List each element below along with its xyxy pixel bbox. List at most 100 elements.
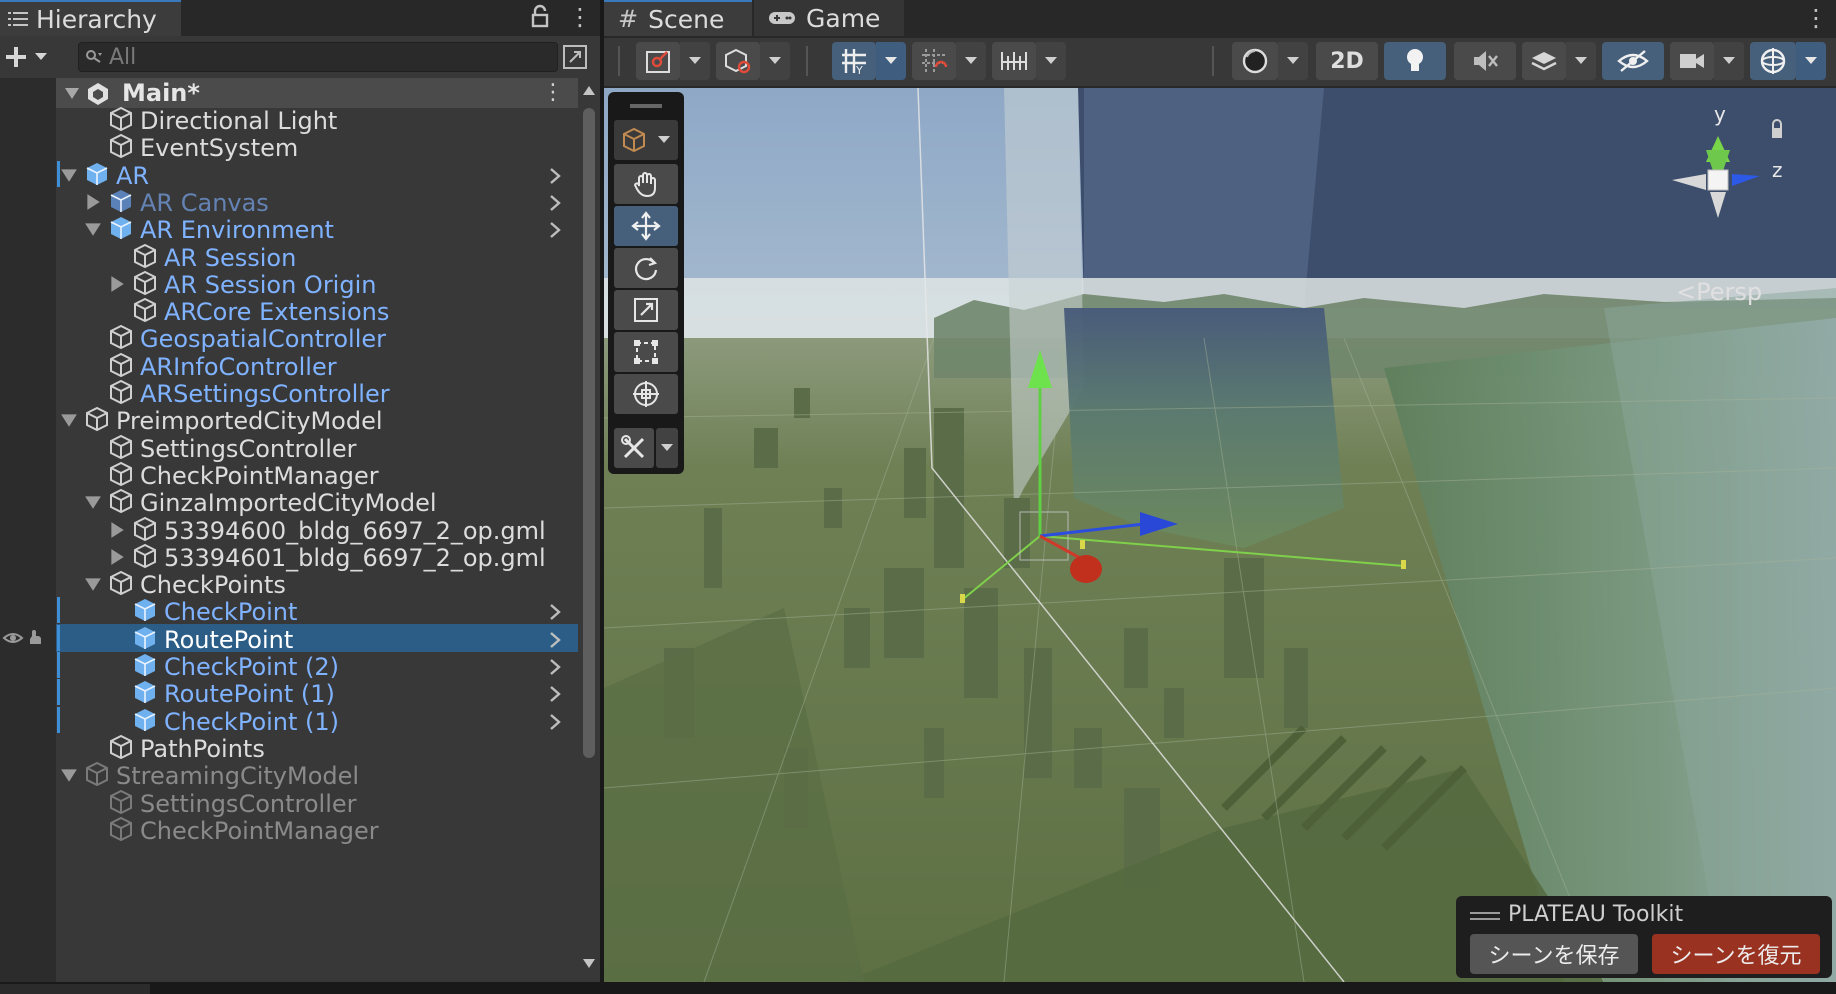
tab-scene[interactable]: # Scene — [604, 0, 752, 36]
global-dropdown[interactable] — [760, 42, 790, 80]
hierarchy-row[interactable]: EventSystem — [56, 132, 578, 162]
bottom-panel-tab[interactable] — [0, 984, 150, 994]
hierarchy-row[interactable]: ARInfoController — [56, 351, 578, 381]
chevron-right-icon[interactable] — [546, 630, 564, 650]
move-tool-button[interactable] — [614, 206, 678, 246]
hierarchy-row[interactable]: AR Session — [56, 242, 578, 272]
fold-open-icon[interactable] — [60, 766, 78, 784]
fold-open-icon[interactable] — [84, 493, 102, 511]
hierarchy-row[interactable]: AR Canvas — [56, 187, 578, 217]
hierarchy-row[interactable]: PreimportedCityModel — [56, 405, 578, 435]
scrollbar-thumb[interactable] — [583, 108, 595, 758]
hierarchy-row[interactable]: StreamingCityModel — [56, 760, 578, 790]
fold-open-icon[interactable] — [60, 411, 78, 429]
hierarchy-row[interactable]: AR Environment — [56, 214, 578, 244]
scene-search-icon[interactable] — [562, 44, 588, 70]
save-scene-button[interactable]: シーンを保存 — [1470, 934, 1638, 974]
effects-dropdown[interactable] — [1566, 42, 1596, 80]
hierarchy-row[interactable]: SettingsController — [56, 433, 578, 463]
tool-settings-button[interactable] — [636, 42, 680, 80]
projection-toggle[interactable]: <Persp — [1676, 278, 1762, 306]
chevron-right-icon[interactable] — [546, 684, 564, 704]
hierarchy-row[interactable]: GinzaImportedCityModel — [56, 487, 578, 517]
ruler-button[interactable] — [992, 42, 1036, 80]
fold-closed-icon[interactable] — [84, 193, 102, 211]
fold-open-icon[interactable] — [84, 575, 102, 593]
hierarchy-row[interactable]: AR Session Origin — [56, 269, 578, 299]
increment-dropdown[interactable] — [956, 42, 986, 80]
rect-tool-button[interactable] — [614, 332, 678, 372]
mode-2d-button[interactable]: 2D — [1316, 42, 1378, 80]
hierarchy-row[interactable]: GeospatialController — [56, 323, 578, 353]
gizmos-dropdown[interactable] — [1796, 42, 1826, 80]
hierarchy-row[interactable]: RoutePoint — [56, 623, 578, 654]
hand-tool-button[interactable] — [614, 164, 678, 204]
toolbar-handle[interactable] — [618, 46, 620, 76]
fold-open-icon[interactable] — [64, 86, 80, 100]
scene-viewport[interactable]: y z <Persp PLATEAU Toolkit シーンを保存 シーンを復元 — [604, 88, 1836, 982]
chevron-right-icon[interactable] — [546, 657, 564, 677]
grid-snap-button[interactable]: Y — [832, 42, 876, 80]
shading-mode-button[interactable] — [1232, 42, 1278, 80]
audio-toggle[interactable] — [1454, 42, 1516, 80]
hierarchy-row[interactable]: CheckPoint (1) — [56, 706, 578, 736]
axis-gizmo-icon[interactable] — [1654, 98, 1834, 278]
drag-handle-icon[interactable] — [1470, 910, 1500, 922]
hierarchy-row[interactable]: CheckPointManager — [56, 815, 578, 845]
scene-header-row[interactable]: Main* ⋮ — [56, 78, 578, 108]
scroll-up-icon[interactable] — [582, 84, 596, 96]
tab-game[interactable]: Game — [754, 0, 904, 36]
hierarchy-scrollbar[interactable] — [578, 78, 600, 982]
create-button[interactable] — [4, 42, 58, 72]
increment-snap-button[interactable] — [912, 42, 956, 80]
restore-scene-button[interactable]: シーンを復元 — [1652, 934, 1820, 974]
ruler-dropdown[interactable] — [1036, 42, 1066, 80]
chevron-right-icon[interactable] — [546, 220, 564, 240]
hierarchy-row[interactable]: Directional Light — [56, 105, 578, 135]
shading-dropdown[interactable] — [1278, 42, 1308, 80]
hierarchy-row[interactable]: CheckPoint (2) — [56, 651, 578, 681]
hierarchy-row[interactable]: RoutePoint (1) — [56, 678, 578, 708]
scene-menu-icon[interactable]: ⋮ — [542, 80, 564, 105]
visibility-eye-icon[interactable] — [2, 628, 52, 648]
fold-open-icon[interactable] — [84, 220, 102, 238]
hierarchy-row[interactable]: CheckPointManager — [56, 460, 578, 490]
hierarchy-row[interactable]: SettingsController — [56, 788, 578, 818]
scale-tool-button[interactable] — [614, 290, 678, 330]
fold-closed-icon[interactable] — [108, 521, 126, 539]
hierarchy-row[interactable]: 53394601_bldg_6697_2_op.gml — [56, 542, 578, 572]
hierarchy-row[interactable]: AR — [56, 160, 578, 190]
hierarchy-row[interactable]: ARCore Extensions — [56, 296, 578, 326]
hierarchy-row[interactable]: CheckPoint — [56, 596, 578, 626]
hierarchy-row[interactable]: CheckPoints — [56, 569, 578, 599]
search-input[interactable]: All — [78, 42, 558, 72]
camera-dropdown[interactable] — [1714, 42, 1744, 80]
chevron-right-icon[interactable] — [546, 193, 564, 213]
hierarchy-row[interactable]: ARSettingsController — [56, 378, 578, 408]
move-gizmo[interactable] — [604, 88, 1836, 982]
custom-tools-dropdown[interactable] — [656, 428, 678, 468]
scroll-down-icon[interactable] — [582, 958, 596, 970]
chevron-right-icon[interactable] — [546, 166, 564, 186]
fold-closed-icon[interactable] — [108, 275, 126, 293]
hierarchy-tab[interactable]: Hierarchy — [0, 0, 181, 36]
chevron-right-icon[interactable] — [546, 602, 564, 622]
tools-drag-handle[interactable] — [630, 104, 662, 108]
camera-button[interactable] — [1670, 42, 1714, 80]
pivot-dropdown[interactable] — [680, 42, 710, 80]
lighting-toggle[interactable] — [1384, 42, 1446, 80]
gizmos-toggle[interactable] — [1750, 42, 1796, 80]
scene-visibility-toggle[interactable] — [1602, 42, 1664, 80]
effects-button[interactable] — [1522, 42, 1566, 80]
scene-more-icon[interactable]: ⋮ — [1804, 4, 1828, 32]
global-local-button[interactable] — [716, 42, 760, 80]
chevron-right-icon[interactable] — [546, 712, 564, 732]
hierarchy-row[interactable]: 53394600_bldg_6697_2_op.gml — [56, 515, 578, 545]
fold-open-icon[interactable] — [60, 166, 78, 184]
component-tools-button[interactable] — [614, 120, 678, 160]
hierarchy-row[interactable]: PathPoints — [56, 733, 578, 763]
grid-dropdown[interactable] — [876, 42, 906, 80]
fold-closed-icon[interactable] — [108, 548, 126, 566]
lock-icon[interactable] — [528, 4, 552, 30]
custom-tools-button[interactable] — [614, 428, 654, 468]
